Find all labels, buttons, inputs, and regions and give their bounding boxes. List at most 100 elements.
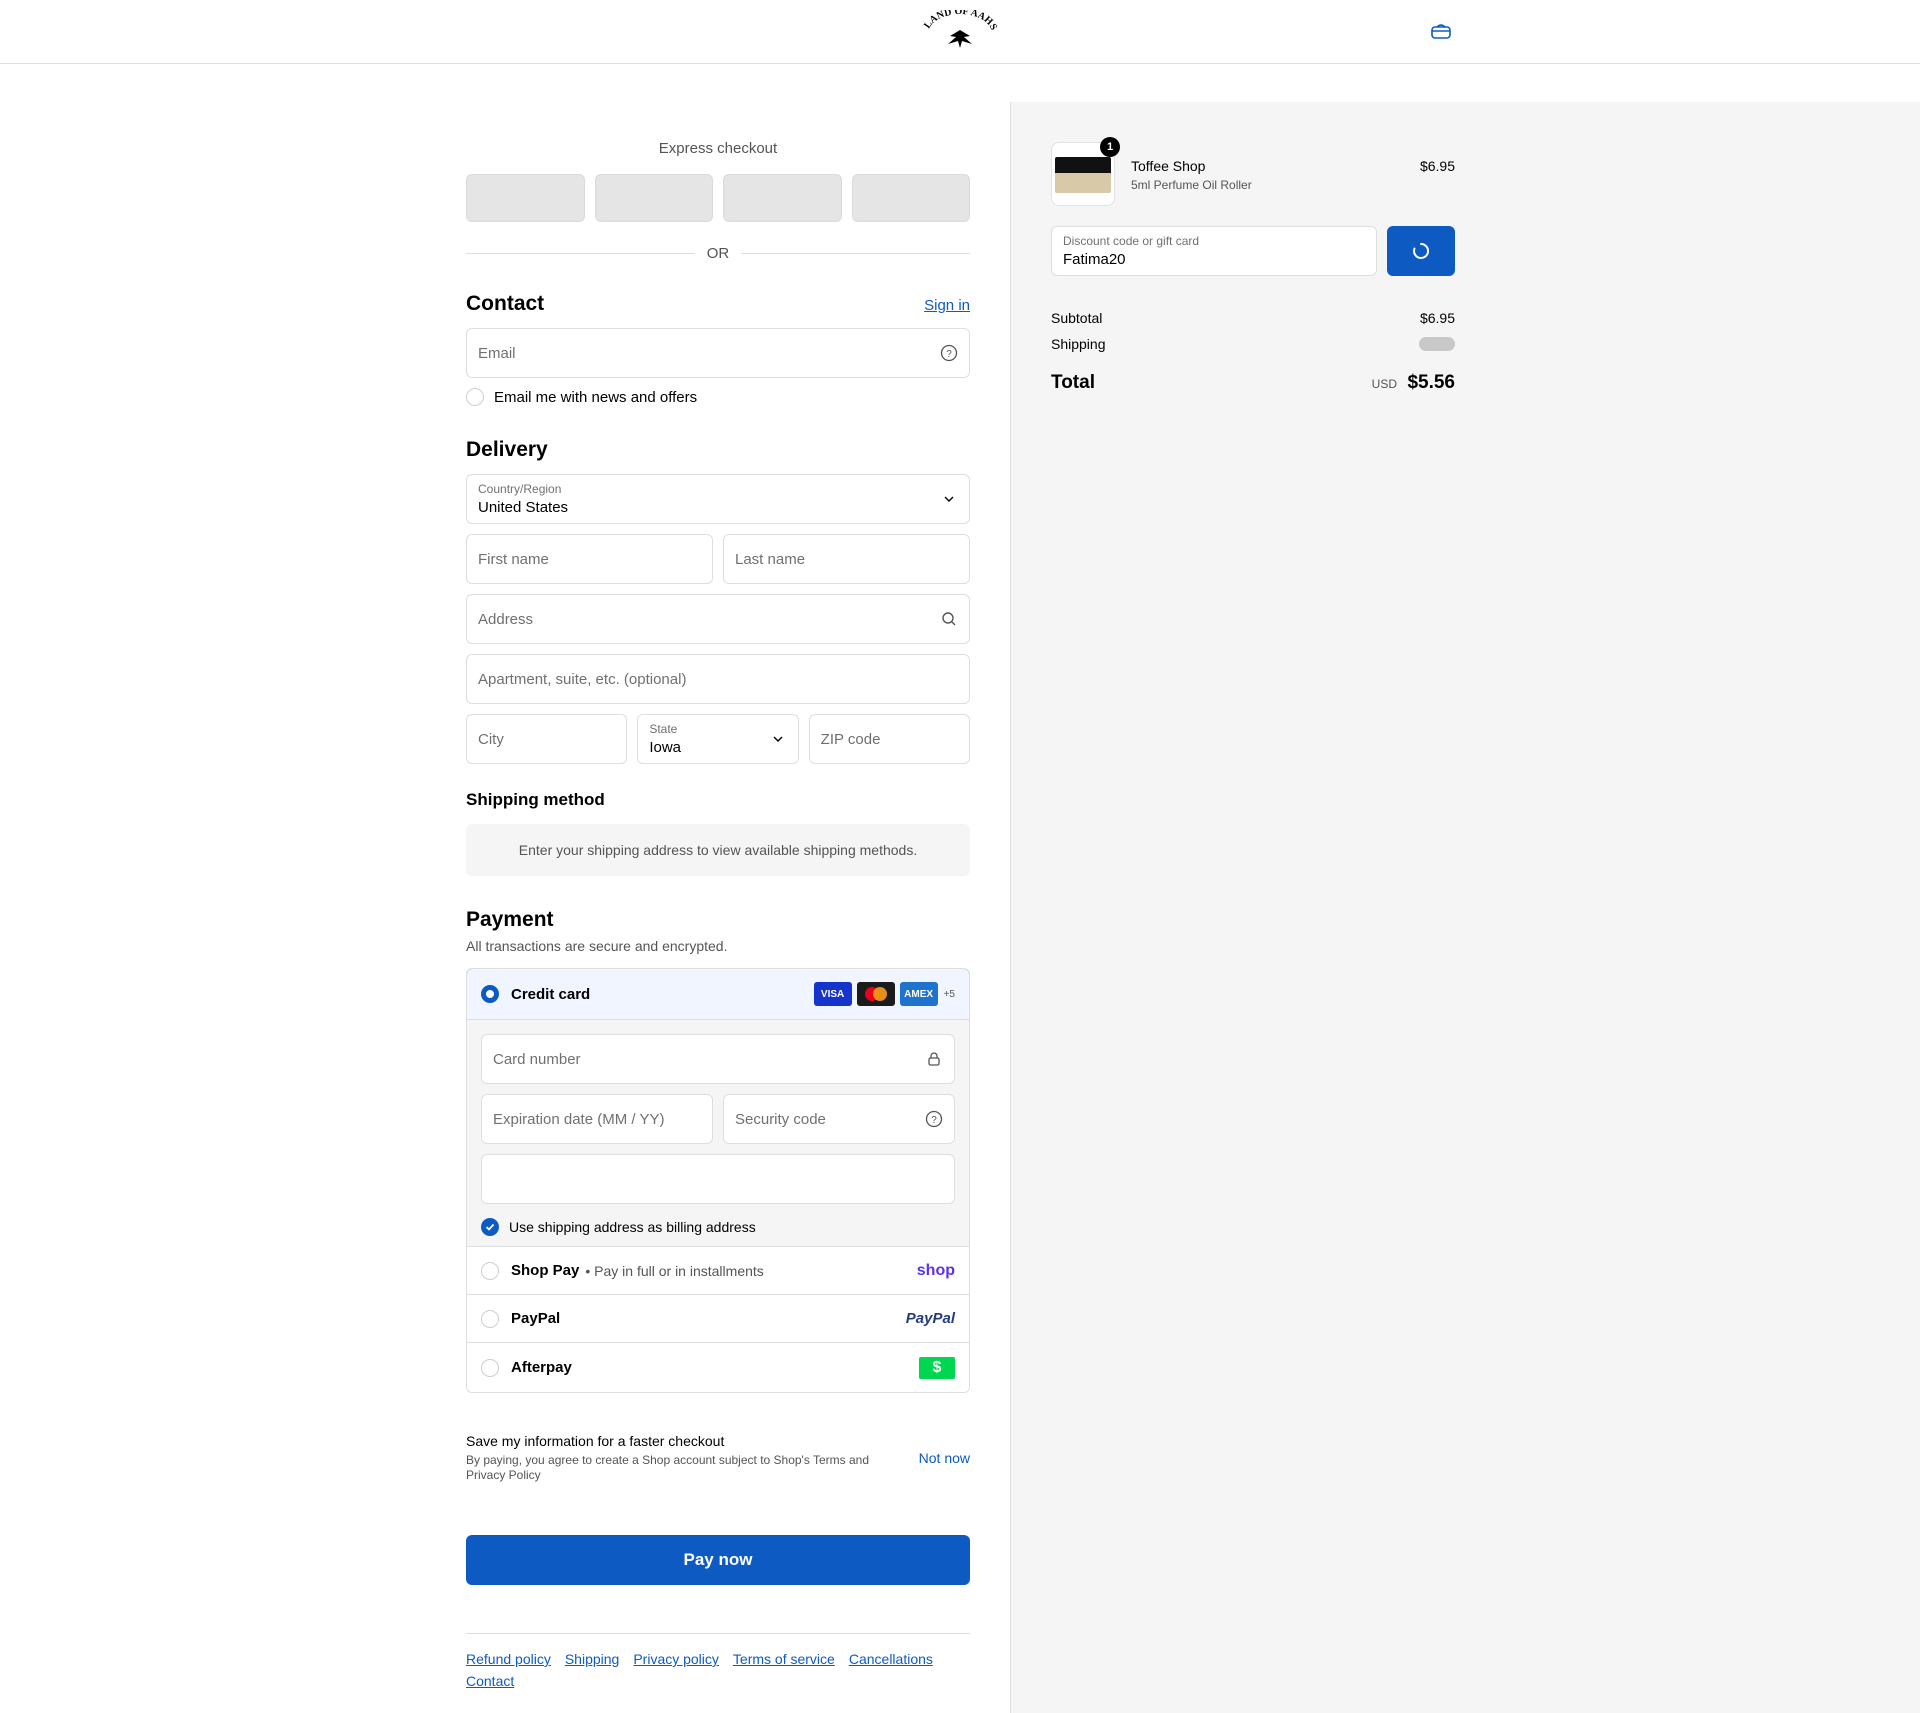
expiry-field[interactable]: Expiration date (MM / YY)	[481, 1094, 713, 1144]
last-name-placeholder: Last name	[735, 551, 806, 568]
afterpay-label: Afterpay	[511, 1359, 572, 1376]
cancellations-link[interactable]: Cancellations	[849, 1651, 933, 1667]
state-select[interactable]: State Iowa	[637, 714, 799, 764]
subtotal-row: Subtotal $6.95	[1051, 310, 1455, 326]
subtotal-value: $6.95	[1419, 310, 1455, 326]
credit-card-radio[interactable]	[481, 985, 499, 1003]
discount-value: Fatima20	[1063, 251, 1126, 268]
name-on-card-field[interactable]	[481, 1154, 955, 1204]
or-divider: OR	[466, 244, 970, 262]
shopping-bag-icon[interactable]	[1430, 22, 1452, 40]
discount-field[interactable]: Discount code or gift card Fatima20	[1051, 226, 1377, 276]
email-field[interactable]: Email ?	[466, 328, 970, 378]
save-info-title: Save my information for a faster checkou…	[466, 1433, 725, 1449]
chevron-down-icon	[773, 736, 783, 742]
total-label: Total	[1051, 372, 1095, 393]
search-icon	[942, 612, 956, 626]
brand-logo[interactable]: LAND OF AAHS	[920, 10, 1000, 52]
billing-same-row[interactable]: Use shipping address as billing address	[481, 1218, 955, 1236]
sign-in-link[interactable]: Sign in	[924, 297, 970, 314]
product-variant: 5ml Perfume Oil Roller	[1131, 178, 1252, 192]
more-cards-count: +5	[943, 988, 955, 1000]
header: LAND OF AAHS	[0, 0, 1920, 64]
shop-pay-radio[interactable]	[481, 1261, 499, 1280]
shop-terms-link[interactable]: Terms	[813, 1453, 846, 1467]
news-checkbox[interactable]	[466, 388, 484, 406]
express-button-4[interactable]	[851, 174, 970, 222]
afterpay-radio[interactable]	[481, 1358, 499, 1377]
address-placeholder: Address	[478, 611, 534, 628]
first-name-placeholder: First name	[478, 551, 549, 568]
apply-discount-button[interactable]	[1387, 226, 1455, 276]
pay-now-button[interactable]: Pay now	[466, 1535, 970, 1585]
svg-text:?: ?	[931, 1115, 937, 1126]
privacy-policy-link[interactable]: Privacy policy	[633, 1651, 719, 1667]
zip-placeholder: ZIP code	[820, 731, 881, 748]
svg-text:?: ?	[946, 349, 952, 360]
express-button-1[interactable]	[466, 174, 585, 222]
shipping-method-message: Enter your shipping address to view avai…	[466, 824, 970, 876]
paypal-option[interactable]: PayPal PayPal	[467, 1294, 969, 1342]
contact-link[interactable]: Contact	[466, 1673, 514, 1689]
paypal-radio[interactable]	[481, 1309, 499, 1328]
help-icon[interactable]: ?	[940, 344, 958, 362]
product-name: Toffee Shop	[1131, 158, 1206, 174]
contact-header: Contact Sign in	[466, 292, 970, 316]
paypal-label: PayPal	[511, 1310, 561, 1327]
help-icon[interactable]: ?	[925, 1110, 943, 1128]
product-price: $6.95	[1419, 158, 1455, 174]
shop-pay-option[interactable]: Shop Pay • Pay in full or in installment…	[467, 1246, 969, 1294]
zip-field[interactable]: ZIP code	[808, 714, 970, 764]
shop-privacy-link[interactable]: Privacy Policy	[466, 1468, 541, 1482]
country-label: Country/Region	[478, 482, 562, 496]
state-label: State	[649, 722, 678, 736]
product-thumbnail: 1	[1051, 137, 1120, 206]
address-field[interactable]: Address	[466, 594, 970, 644]
card-number-placeholder: Card number	[493, 1051, 581, 1068]
news-checkbox-row[interactable]: Email me with news and offers	[466, 388, 970, 406]
discount-label: Discount code or gift card	[1063, 234, 1200, 248]
name-row: First name Last name	[466, 534, 970, 584]
order-summary: 1 Toffee Shop 5ml Perfume Oil Roller $6.…	[1051, 137, 1455, 394]
terms-of-service-link[interactable]: Terms of service	[733, 1651, 835, 1667]
first-name-field[interactable]: First name	[466, 534, 713, 584]
security-code-placeholder: Security code	[735, 1111, 826, 1128]
shipping-link[interactable]: Shipping	[565, 1651, 620, 1667]
save-info-text: By paying, you agree to create a Shop ac…	[466, 1453, 886, 1483]
payment-subtitle: All transactions are secure and encrypte…	[466, 938, 728, 954]
billing-same-label: Use shipping address as billing address	[509, 1219, 756, 1235]
save-info-text-before: By paying, you agree to create a Shop ac…	[466, 1453, 810, 1467]
billing-same-checkbox[interactable]	[481, 1218, 499, 1236]
express-button-3[interactable]	[723, 174, 842, 222]
last-name-field[interactable]: Last name	[723, 534, 970, 584]
news-label: Email me with news and offers	[494, 388, 698, 406]
express-button-2[interactable]	[594, 174, 713, 222]
card-details-row: Expiration date (MM / YY) Security code …	[481, 1094, 955, 1144]
payment-options: Credit card VISA AMEX +5 Card number Exp…	[466, 968, 970, 1393]
shipping-loading-placeholder	[1419, 337, 1455, 351]
not-now-button[interactable]: Not now	[919, 1450, 970, 1466]
delivery-title: Delivery	[466, 438, 548, 461]
security-code-field[interactable]: Security code ?	[723, 1094, 955, 1144]
card-number-field[interactable]: Card number	[481, 1034, 955, 1084]
expiry-placeholder: Expiration date (MM / YY)	[493, 1111, 665, 1128]
country-select[interactable]: Country/Region United States	[466, 474, 970, 524]
contact-title: Contact	[466, 292, 545, 315]
apartment-field[interactable]: Apartment, suite, etc. (optional)	[466, 654, 970, 704]
total-row: Total USD $5.56	[1051, 372, 1455, 394]
save-info-and: and	[849, 1453, 870, 1467]
visa-icon: VISA	[813, 982, 852, 1006]
credit-card-label: Credit card	[511, 985, 591, 1003]
brand-logo-text: LAND OF AAHS	[922, 10, 999, 32]
afterpay-option[interactable]: Afterpay $	[467, 1342, 969, 1392]
discount-row: Discount code or gift card Fatima20	[1051, 226, 1455, 276]
refund-policy-link[interactable]: Refund policy	[466, 1651, 551, 1667]
total-value: $5.56	[1407, 372, 1455, 393]
credit-card-form: Card number Expiration date (MM / YY) Se…	[467, 1019, 969, 1246]
city-field[interactable]: City	[466, 714, 628, 764]
state-value: Iowa	[649, 739, 682, 756]
credit-card-option[interactable]: Credit card VISA AMEX +5	[467, 969, 969, 1020]
quantity-badge: 1	[1100, 137, 1120, 157]
shop-pay-label: Shop Pay	[511, 1262, 580, 1279]
mastercard-icon	[856, 982, 895, 1006]
